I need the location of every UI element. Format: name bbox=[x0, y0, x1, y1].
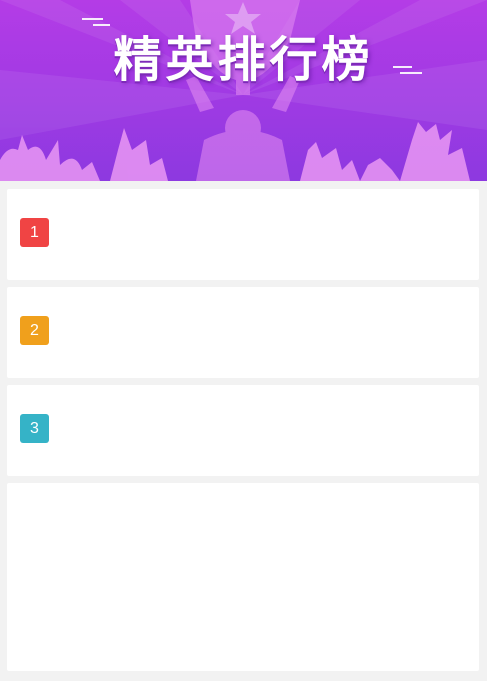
ranking-list: 1 2 3 bbox=[7, 189, 479, 678]
rank-badge: 2 bbox=[20, 316, 49, 345]
rank-badge: 1 bbox=[20, 218, 49, 247]
page-title: 精英排行榜 bbox=[113, 32, 374, 88]
ranking-item-3[interactable]: 3 bbox=[7, 385, 479, 476]
ranking-item-4[interactable] bbox=[7, 483, 479, 671]
leaderboard-page: 精英排行榜 1 2 3 bbox=[0, 0, 487, 681]
ranking-item-1[interactable]: 1 bbox=[7, 189, 479, 280]
leaderboard-banner: 精英排行榜 bbox=[0, 0, 487, 181]
ranking-item-2[interactable]: 2 bbox=[7, 287, 479, 378]
rank-badge: 3 bbox=[20, 414, 49, 443]
